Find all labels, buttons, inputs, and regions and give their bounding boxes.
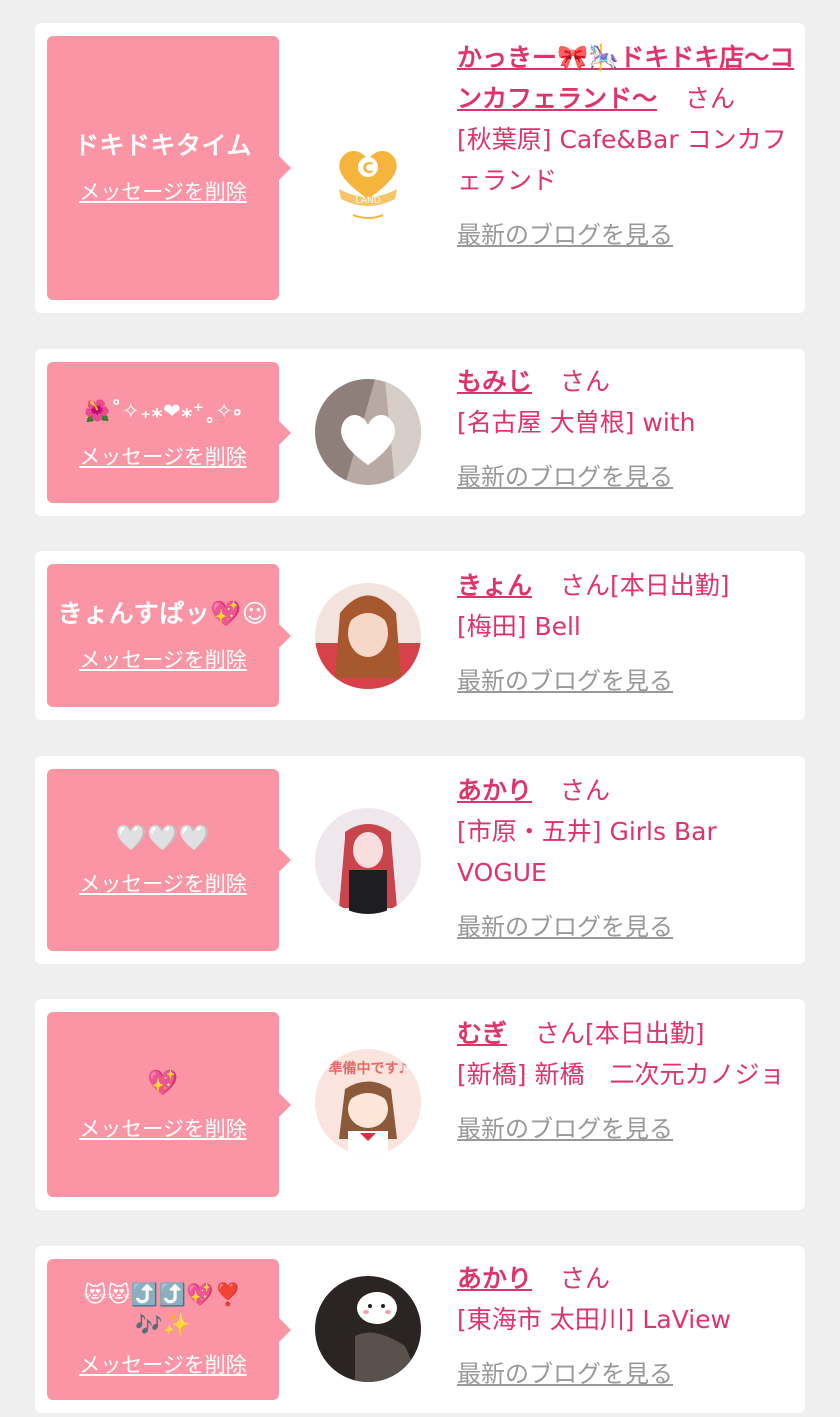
mood-text: ドキドキタイム: [73, 131, 252, 160]
mood-bubble: 💖 メッセージを削除: [47, 1012, 291, 1197]
member-name-link[interactable]: きょん: [457, 571, 532, 600]
message-card: 😻😻⤴️⤴️💖❣️🎶✨ メッセージを削除 あかり さん [東海市 太田川] La…: [35, 1246, 805, 1413]
shop-info: [市原・五井] Girls Bar VOGUE: [457, 817, 717, 887]
svg-text:C: C: [362, 159, 373, 177]
message-card: 🌺˚✧₊⁎❤︎⁎⁺˳✧༚ メッセージを削除 もみじ さん [名古屋 大曽根] w…: [35, 349, 805, 516]
mood-bubble: 🌺˚✧₊⁎❤︎⁎⁺˳✧༚ メッセージを削除: [47, 362, 291, 503]
avatar[interactable]: C LAND: [315, 133, 421, 239]
entry-info: きょん さん[本日出勤] [梅田] Bell 最新のブログを見る: [457, 565, 797, 702]
delete-message-link[interactable]: メッセージを削除: [79, 644, 247, 674]
view-blog-link[interactable]: 最新のブログを見る: [457, 215, 673, 256]
honorific: さん: [534, 1019, 585, 1048]
portrait-photo-icon: [315, 1276, 421, 1382]
mood-bubble: 😻😻⤴️⤴️💖❣️🎶✨ メッセージを削除: [47, 1259, 291, 1400]
portrait-photo-icon: [315, 583, 421, 689]
entry-info: もみじ さん [名古屋 大曽根] with 最新のブログを見る: [457, 361, 797, 498]
delete-message-link[interactable]: メッセージを削除: [79, 176, 247, 206]
mood-bubble: ドキドキタイム メッセージを削除: [47, 36, 291, 300]
avatar[interactable]: 準備中です♪: [315, 1049, 421, 1155]
delete-message-link[interactable]: メッセージを削除: [79, 1349, 247, 1379]
shop-info: [東海市 太田川] LaView: [457, 1305, 731, 1334]
delete-message-link[interactable]: メッセージを削除: [79, 868, 247, 898]
mood-text: 💖: [147, 1067, 179, 1097]
portrait-photo-icon: [315, 808, 421, 914]
member-name-link[interactable]: あかり: [457, 1264, 532, 1293]
mood-text: 🤍🤍🤍: [115, 823, 211, 852]
shop-info: [梅田] Bell: [457, 612, 581, 641]
message-card: 🤍🤍🤍 メッセージを削除 あかり さん [市原・五井] Girls Bar VO…: [35, 756, 805, 964]
shop-info: [秋葉原] Cafe&Bar コンカフェランド: [457, 125, 787, 195]
avatar[interactable]: [315, 583, 421, 689]
view-blog-link[interactable]: 最新のブログを見る: [457, 907, 673, 948]
shop-info: [新橋] 新橋 二次元カノジョ: [457, 1060, 785, 1089]
entry-info: あかり さん [市原・五井] Girls Bar VOGUE 最新のブログを見る: [457, 770, 797, 948]
delete-message-link[interactable]: メッセージを削除: [79, 441, 247, 471]
message-card: きょんすぱッ💖☺︎ メッセージを削除 きょん さん[本日出勤] [梅田] Bel…: [35, 551, 805, 720]
entry-info: むぎ さん[本日出勤] [新橋] 新橋 二次元カノジョ 最新のブログを見る: [457, 1013, 797, 1150]
mood-text: 🌺˚✧₊⁎❤︎⁎⁺˳✧༚: [84, 398, 242, 423]
avatar[interactable]: [315, 808, 421, 914]
view-blog-link[interactable]: 最新のブログを見る: [457, 457, 673, 498]
member-name-link[interactable]: もみじ: [457, 367, 532, 396]
view-blog-link[interactable]: 最新のブログを見る: [457, 661, 673, 702]
honorific: さん: [684, 84, 735, 113]
honorific: さん: [559, 571, 610, 600]
attendance-status: [本日出勤]: [609, 571, 730, 600]
heart-photo-icon: [315, 379, 421, 485]
mood-text: きょんすぱッ💖☺︎: [57, 598, 269, 628]
svg-text:準備中です♪: 準備中です♪: [329, 1060, 408, 1077]
mood-text: 😻😻⤴️⤴️💖❣️🎶✨: [83, 1282, 243, 1338]
avatar[interactable]: [315, 379, 421, 485]
member-name-link[interactable]: かっきー🎀🎠ドキドキ店〜コンカフェランド〜: [457, 43, 794, 113]
shop-info: [名古屋 大曽根] with: [457, 408, 696, 437]
attendance-status: [本日出勤]: [584, 1019, 705, 1048]
mood-bubble: 🤍🤍🤍 メッセージを削除: [47, 769, 291, 951]
honorific: さん: [559, 367, 610, 396]
cafe-land-logo-icon: C LAND: [339, 150, 397, 219]
entry-info: あかり さん [東海市 太田川] LaView 最新のブログを見る: [457, 1258, 797, 1395]
preparing-illustration-icon: 準備中です♪: [315, 1049, 421, 1155]
view-blog-link[interactable]: 最新のブログを見る: [457, 1354, 673, 1395]
avatar[interactable]: [315, 1276, 421, 1382]
entry-info: かっきー🎀🎠ドキドキ店〜コンカフェランド〜 さん [秋葉原] Cafe&Bar …: [457, 37, 797, 256]
message-card: ドキドキタイム メッセージを削除 C LAND かっきー🎀🎠ドキドキ店〜コンカフ…: [35, 23, 805, 313]
honorific: さん: [559, 1264, 610, 1293]
svg-text:LAND: LAND: [355, 196, 380, 206]
member-name-link[interactable]: あかり: [457, 776, 532, 805]
member-name-link[interactable]: むぎ: [457, 1019, 507, 1048]
view-blog-link[interactable]: 最新のブログを見る: [457, 1109, 673, 1150]
mood-bubble: きょんすぱッ💖☺︎ メッセージを削除: [47, 564, 291, 707]
message-card: 💖 メッセージを削除 準備中です♪ むぎ さん[本日出勤] [新橋] 新橋 二次…: [35, 999, 805, 1210]
delete-message-link[interactable]: メッセージを削除: [79, 1113, 247, 1143]
honorific: さん: [559, 776, 610, 805]
